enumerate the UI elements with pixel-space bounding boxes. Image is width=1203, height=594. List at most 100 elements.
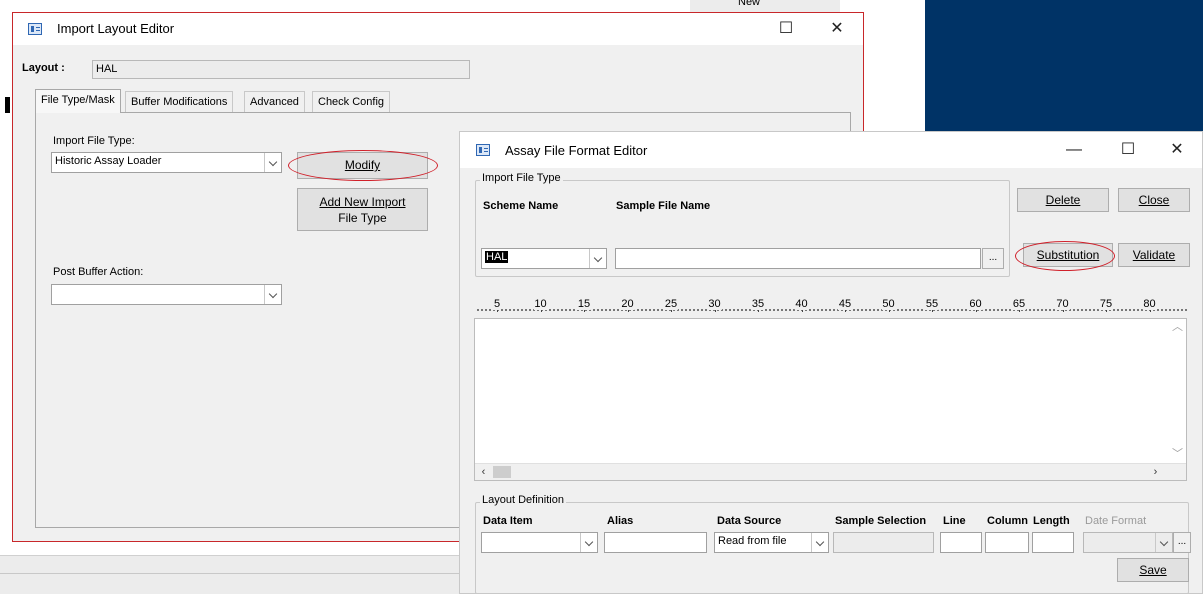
data-source-column-label: Data Source [717, 515, 782, 527]
background-window-strip [690, 0, 840, 12]
alias-input[interactable] [604, 532, 707, 553]
line-column-label: Line [943, 515, 966, 527]
ruler-number: 40 [794, 298, 809, 310]
tab-file-type-mask[interactable]: File Type/Mask [35, 89, 121, 113]
maximize-icon[interactable]: ☐ [766, 15, 806, 43]
background-divider [0, 573, 460, 574]
ruler-number: 10 [533, 298, 548, 310]
sample-selection-column-label: Sample Selection [835, 515, 927, 527]
validate-button-label: Validate [1132, 248, 1176, 262]
import-file-type-label: Import File Type: [53, 135, 135, 147]
delete-button-label: Delete [1045, 193, 1081, 207]
ruler-number: 50 [881, 298, 896, 310]
layout-definition-group-title: Layout Definition [480, 494, 566, 506]
chevron-down-icon[interactable] [811, 533, 828, 552]
add-new-label-line1: Add New Import [319, 195, 406, 209]
ruler-number: 35 [750, 298, 766, 310]
chevron-down-icon[interactable] [589, 249, 606, 268]
tab-label: Buffer Modifications [131, 96, 228, 108]
scheme-name-label: Scheme Name [483, 200, 559, 212]
add-new-import-file-type-button[interactable]: Add New Import File Type [297, 188, 428, 231]
close-icon[interactable]: ✕ [1157, 136, 1197, 164]
ruler-number: 55 [924, 298, 940, 310]
horizontal-scrollbar[interactable]: ‹ › [475, 463, 1186, 480]
sample-file-name-input[interactable] [615, 248, 981, 269]
vertical-scrollbar[interactable]: ︿ ﹀ [1169, 319, 1186, 463]
close-button-label: Close [1138, 193, 1170, 207]
line-input[interactable] [940, 532, 982, 553]
chevron-left-icon[interactable]: ‹ [475, 464, 492, 481]
scrollbar-thumb[interactable] [493, 466, 511, 478]
chevron-down-icon[interactable] [264, 285, 281, 304]
data-source-combo[interactable]: Read from file [714, 532, 829, 553]
close-button[interactable]: Close [1118, 188, 1190, 212]
assay-editor-titlebar: Assay File Format Editor — ☐ ✕ [460, 132, 1202, 168]
ruler-number: 20 [620, 298, 635, 310]
window-title: Import Layout Editor [57, 21, 175, 36]
tab-label: Check Config [318, 96, 385, 108]
sample-selection-field [833, 532, 934, 553]
background-new-button-label: New [738, 0, 761, 8]
date-format-browse-button[interactable]: ... [1173, 532, 1191, 553]
browse-button[interactable]: ... [982, 248, 1004, 269]
modify-button-label: Modify [344, 158, 381, 172]
ruler-number: 60 [968, 298, 983, 310]
alias-column-label: Alias [607, 515, 634, 527]
minimize-icon[interactable]: — [1054, 136, 1094, 164]
save-button[interactable]: Save [1117, 558, 1189, 582]
chevron-right-icon[interactable]: › [1147, 464, 1164, 481]
chevron-up-icon[interactable]: ︿ [1169, 319, 1186, 336]
post-buffer-action-label: Post Buffer Action: [53, 266, 144, 278]
ruler-number: 15 [576, 298, 592, 310]
tab-buffer-modifications[interactable]: Buffer Modifications [125, 91, 234, 112]
validate-button[interactable]: Validate [1118, 243, 1190, 267]
scheme-name-value: HAL [485, 251, 509, 263]
ruler-number: 65 [1011, 298, 1027, 310]
layout-label: Layout : [22, 62, 65, 74]
sample-file-name-label: Sample File Name [616, 200, 711, 212]
close-icon[interactable]: ✕ [817, 15, 857, 43]
tab-label: Advanced [250, 96, 299, 108]
post-buffer-action-combo[interactable] [51, 284, 282, 305]
delete-button[interactable]: Delete [1017, 188, 1109, 212]
tab-advanced[interactable]: Advanced [244, 91, 305, 112]
modify-button[interactable]: Modify [297, 152, 428, 179]
scheme-name-combo[interactable]: HAL [481, 248, 607, 269]
column-ruler: 5 10 15 20 25 30 35 40 45 50 55 60 65 70 75 80 [477, 290, 1187, 316]
ruler-number: 25 [663, 298, 679, 310]
form-window-icon [28, 23, 42, 35]
background-status-strip [0, 555, 460, 594]
column-input[interactable] [985, 532, 1029, 553]
background-blue-panel [925, 0, 1203, 133]
chevron-down-icon[interactable] [264, 153, 281, 172]
ruler-number: 45 [837, 298, 853, 310]
maximize-icon[interactable]: ☐ [1108, 136, 1148, 164]
sample-file-preview[interactable]: ︿ ﹀ ‹ › [474, 318, 1187, 481]
ruler-number: 30 [707, 298, 722, 310]
ruler-number: 5 [492, 298, 502, 310]
data-item-combo[interactable] [481, 532, 598, 553]
column-column-label: Column [987, 515, 1028, 527]
chevron-down-icon[interactable] [580, 533, 597, 552]
import-file-type-combo[interactable]: Historic Assay Loader [51, 152, 282, 173]
tab-check-config[interactable]: Check Config [312, 91, 391, 112]
ruler-number: 70 [1055, 298, 1070, 310]
data-item-column-label: Data Item [483, 515, 533, 527]
chevron-down-icon [1155, 533, 1172, 552]
save-button-label: Save [1139, 563, 1167, 577]
substitution-button[interactable]: Substitution [1023, 243, 1113, 267]
date-format-combo [1083, 532, 1173, 553]
ruler-number: 80 [1142, 298, 1157, 310]
length-column-label: Length [1033, 515, 1070, 527]
ruler-number: 75 [1098, 298, 1114, 310]
date-format-column-label: Date Format [1085, 515, 1147, 527]
data-source-value: Read from file [718, 535, 787, 547]
chevron-down-icon[interactable]: ﹀ [1169, 446, 1186, 463]
add-new-label-line2: File Type [338, 211, 387, 225]
substitution-button-label: Substitution [1036, 248, 1100, 262]
form-window-icon [476, 144, 490, 156]
import-file-type-group-title: Import File Type [480, 172, 563, 184]
layout-field[interactable]: HAL [92, 60, 470, 79]
import-layout-editor-titlebar: Import Layout Editor ☐ ✕ [13, 13, 863, 45]
length-input[interactable] [1032, 532, 1074, 553]
